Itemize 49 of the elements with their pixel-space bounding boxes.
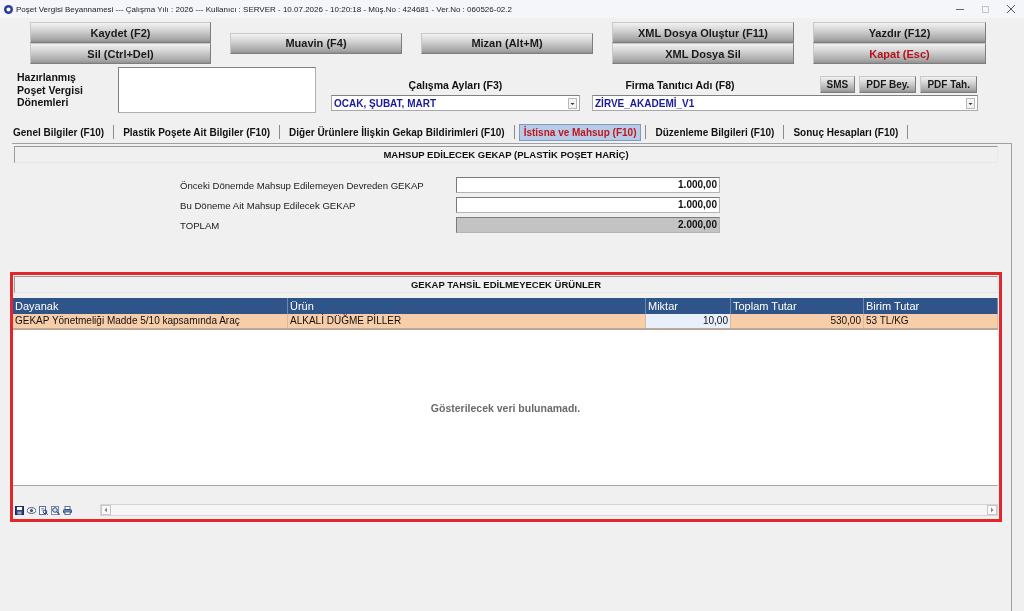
periods-list[interactable] <box>118 67 316 113</box>
table-cell: GEKAP Yönetmeliği Madde 5/10 kapsamında Araç <box>13 314 288 328</box>
tab[interactable]: Plastik Poşete Ait Bilgiler (F10) <box>118 123 276 141</box>
document-search-icon[interactable] <box>39 505 48 515</box>
tab[interactable]: Genel Bilgiler (F10) <box>8 123 110 141</box>
empty-message: Gösterilecek veri bulunamadı. <box>430 401 581 414</box>
amount-field[interactable]: 1.000,00 <box>456 197 720 213</box>
small-button[interactable]: PDF Tah. <box>920 76 977 93</box>
company-dropdown[interactable]: ZİRVE_AKADEMİ_V1 <box>592 95 978 111</box>
app-logo-icon <box>4 4 13 14</box>
caret-icon[interactable] <box>568 97 577 109</box>
company-label: Firma Tanıtıcı Adı (F8) <box>624 78 736 91</box>
amount-field[interactable]: 1.000,00 <box>456 177 720 193</box>
toolbar-button[interactable]: Muavin (F4) <box>230 32 402 54</box>
periods-label: Hazırlanmış Poşet Vergisi Dönemleri <box>17 70 84 110</box>
minimize-icon[interactable] <box>956 8 964 10</box>
table-cell: 10,00 <box>646 314 731 328</box>
total-field: 2.000,00 <box>456 217 720 233</box>
tab[interactable]: Düzenleme Bilgileri (F10) <box>650 123 780 141</box>
toolbar-button[interactable]: Sil (Ctrl+Del) <box>30 43 211 64</box>
field-label: Önceki Dönemde Mahsup Edilemeyen Devreden GEKAP <box>180 179 425 191</box>
tab[interactable]: Sonuç Hesapları (F10) <box>788 123 904 141</box>
small-button[interactable]: PDF Bey. <box>859 76 917 93</box>
eye-icon[interactable] <box>27 505 36 515</box>
zoom-icon[interactable] <box>51 505 60 515</box>
toolbar-button[interactable]: XML Dosya Oluştur (F11) <box>612 22 794 43</box>
save-icon[interactable] <box>15 505 24 515</box>
section-header: MAHSUP EDİLECEK GEKAP (PLASTİK POŞET HARİÇ) <box>14 146 998 163</box>
field-label: TOPLAM <box>180 219 221 231</box>
tab[interactable]: İstisna ve Mahsup (F10) <box>518 123 642 141</box>
table-row[interactable]: GEKAP Yönetmeliği Madde 5/10 kapsamında Araç ALKALİ DÜĞME PİLLER 10,00 530,00 53 TL/KG <box>13 314 998 329</box>
toolbar-button[interactable]: Mizan (Alt+M) <box>421 32 593 54</box>
toolbar-button[interactable]: XML Dosya Sil <box>612 43 794 64</box>
caret-icon[interactable] <box>966 97 975 109</box>
window-title: Poşet Vergisi Beyannamesi --- Çalışma Yılı : 2026 --- Kullanıcı : SERVER - 10.07.2026 - 10:20:18 - Müş.No : 424681 - Ver.No : 060526-02.2 <box>16 4 512 14</box>
months-label: Çalışma Ayları (F3) <box>407 79 504 91</box>
tab[interactable]: Diğer Ürünlere İlişkin Gekap Bildirimleri (F10) <box>284 123 510 141</box>
section-header: GEKAP TAHSİL EDİLMEYECEK ÜRÜNLER <box>14 276 998 293</box>
toolbar-button[interactable]: Yazdır (F12) <box>813 22 986 43</box>
field-label: Bu Döneme Ait Mahsup Edilecek GEKAP <box>180 199 357 211</box>
close-icon[interactable] <box>1007 5 1015 13</box>
small-button[interactable]: SMS <box>819 76 856 93</box>
months-dropdown[interactable]: OCAK, ŞUBAT, MART <box>331 95 580 111</box>
table-cell: 530,00 <box>731 314 864 328</box>
table-cell: 53 TL/KG <box>864 314 998 328</box>
horizontal-scrollbar[interactable] <box>100 504 998 516</box>
printer-icon[interactable] <box>63 505 72 515</box>
toolbar-button[interactable]: Kaydet (F2) <box>30 22 211 43</box>
toolbar-button[interactable]: Kapat (Esc) <box>813 43 986 64</box>
